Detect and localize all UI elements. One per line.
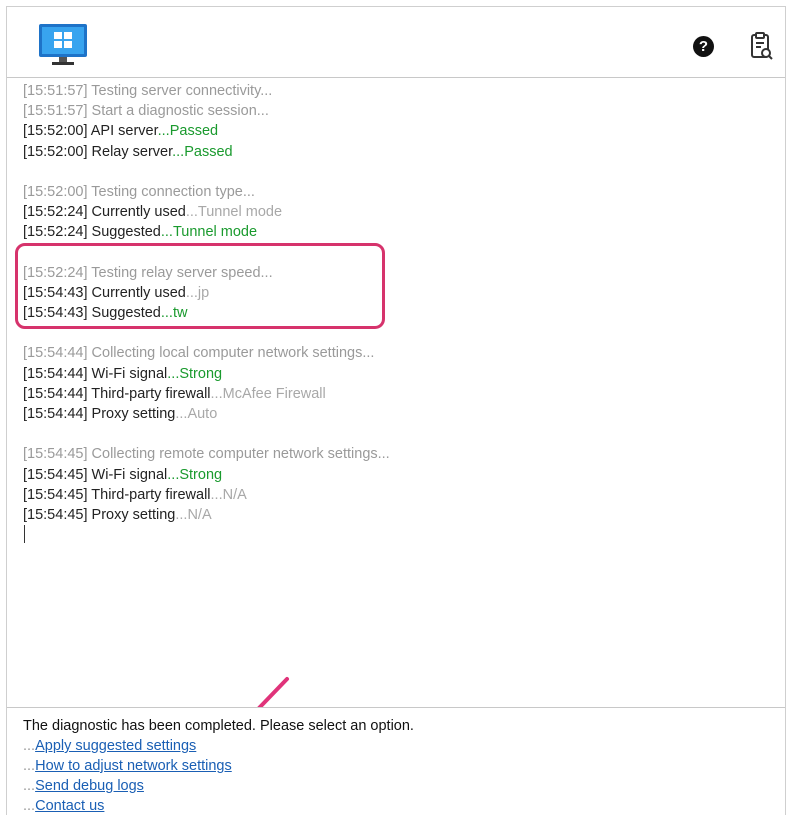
log-line: [15:54:45] Proxy setting...N/A bbox=[23, 505, 763, 525]
log-timestamp: [15:54:45] bbox=[23, 506, 88, 523]
log-timestamp: [15:51:57] bbox=[23, 83, 88, 99]
option-contact: ...Contact us bbox=[23, 798, 105, 814]
log-timestamp: [15:52:00] bbox=[23, 123, 88, 140]
log-message: Suggested bbox=[91, 224, 161, 241]
log-timestamp: [15:54:45] bbox=[23, 486, 88, 503]
log-status: ...Passed bbox=[172, 143, 233, 160]
log-message: Proxy setting bbox=[91, 406, 176, 422]
log-timestamp: [15:54:44] bbox=[23, 365, 88, 382]
option-adjust-network: ...How to adjust network settings bbox=[23, 758, 232, 774]
log-status: ...Tunnel mode bbox=[160, 224, 258, 241]
monitor-windows-icon bbox=[39, 24, 87, 65]
log-line: [15:54:44] Collecting local computer net… bbox=[23, 343, 763, 363]
log-line: [15:51:57] Testing server connectivity..… bbox=[23, 81, 763, 101]
log-line: [15:54:45] Third-party firewall...N/A bbox=[23, 485, 763, 505]
option-apply-suggested: ...Apply suggested settings bbox=[23, 738, 197, 754]
log-line: [15:54:44] Wi-Fi signal...Strong bbox=[23, 364, 763, 384]
help-icon[interactable]: ? bbox=[693, 36, 714, 57]
log-timestamp: [15:52:24] bbox=[23, 224, 88, 241]
log-timestamp: [15:54:44] bbox=[23, 406, 88, 422]
log-message: Currently used bbox=[91, 204, 186, 221]
log-status: ...N/A bbox=[175, 506, 212, 523]
adjust-network-settings-link[interactable]: How to adjust network settings bbox=[35, 758, 232, 774]
option-send-logs: ...Send debug logs bbox=[23, 778, 144, 794]
log-message: Third-party firewall bbox=[91, 486, 211, 503]
log-message: Wi-Fi signal bbox=[91, 365, 168, 382]
log-timestamp: [15:51:57] bbox=[23, 103, 88, 120]
log-message: Relay server bbox=[91, 143, 173, 160]
log-spacer bbox=[23, 162, 763, 182]
log-line: [15:54:44] Proxy setting...Auto bbox=[23, 404, 763, 424]
clipboard-wrench-icon[interactable] bbox=[749, 32, 773, 60]
apply-suggested-settings-link[interactable]: Apply suggested settings bbox=[35, 738, 196, 754]
highlight-relay-speed bbox=[15, 243, 385, 329]
log-line: [15:52:24] Suggested...Tunnel mode bbox=[23, 222, 763, 242]
contact-us-link[interactable]: Contact us bbox=[35, 798, 104, 814]
toolbar: ? bbox=[7, 7, 785, 78]
log-message: Proxy setting bbox=[91, 506, 176, 523]
log-line: [15:52:00] Relay server...Passed bbox=[23, 142, 763, 162]
log-line: [15:52:00] Testing connection type... bbox=[23, 182, 763, 202]
diagnostic-window: ? [15:51:57] Testing server connectivity… bbox=[6, 6, 786, 815]
log-message: API server bbox=[90, 123, 158, 140]
text-caret bbox=[24, 525, 25, 544]
log-status: ...N/A bbox=[210, 486, 247, 503]
log-line: [15:54:45] Wi-Fi signal...Strong bbox=[23, 465, 763, 485]
options-panel: The diagnostic has been completed. Pleas… bbox=[7, 707, 785, 815]
log-timestamp: [15:54:44] bbox=[23, 345, 88, 362]
log-message: Wi-Fi signal bbox=[91, 466, 168, 483]
log-status: ...McAfee Firewall bbox=[210, 385, 326, 402]
log-status: ...Tunnel mode bbox=[185, 204, 283, 221]
completion-message: The diagnostic has been completed. Pleas… bbox=[23, 718, 414, 734]
log-line: [15:54:45] Collecting remote computer ne… bbox=[23, 444, 763, 464]
log-line: [15:54:44] Third-party firewall...McAfee… bbox=[23, 384, 763, 404]
log-message: Testing connection type... bbox=[91, 183, 255, 200]
log-message: Third-party firewall bbox=[91, 385, 211, 402]
log-status: ...Strong bbox=[167, 365, 223, 382]
log-timestamp: [15:52:24] bbox=[23, 204, 88, 221]
log-spacer bbox=[23, 424, 763, 444]
log-timestamp: [15:54:44] bbox=[23, 385, 88, 402]
log-line: [15:52:24] Currently used...Tunnel mode bbox=[23, 202, 763, 222]
log-timestamp: [15:52:00] bbox=[23, 143, 88, 160]
log-message: Collecting remote computer network setti… bbox=[91, 446, 390, 463]
log-message: Start a diagnostic session... bbox=[91, 103, 269, 120]
log-line: [15:51:57] Start a diagnostic session... bbox=[23, 101, 763, 121]
log-timestamp: [15:52:00] bbox=[23, 183, 88, 200]
log-message: Collecting local computer network settin… bbox=[91, 345, 375, 362]
log-message: Testing server connectivity... bbox=[91, 83, 273, 99]
log-status: ...Auto bbox=[175, 406, 218, 422]
log-timestamp: [15:54:45] bbox=[23, 466, 88, 483]
send-debug-logs-link[interactable]: Send debug logs bbox=[35, 778, 144, 794]
log-status: ...Strong bbox=[167, 466, 223, 483]
log-timestamp: [15:54:45] bbox=[23, 446, 88, 463]
log-line: [15:52:00] API server...Passed bbox=[23, 121, 763, 141]
log-status: ...Passed bbox=[157, 123, 219, 140]
